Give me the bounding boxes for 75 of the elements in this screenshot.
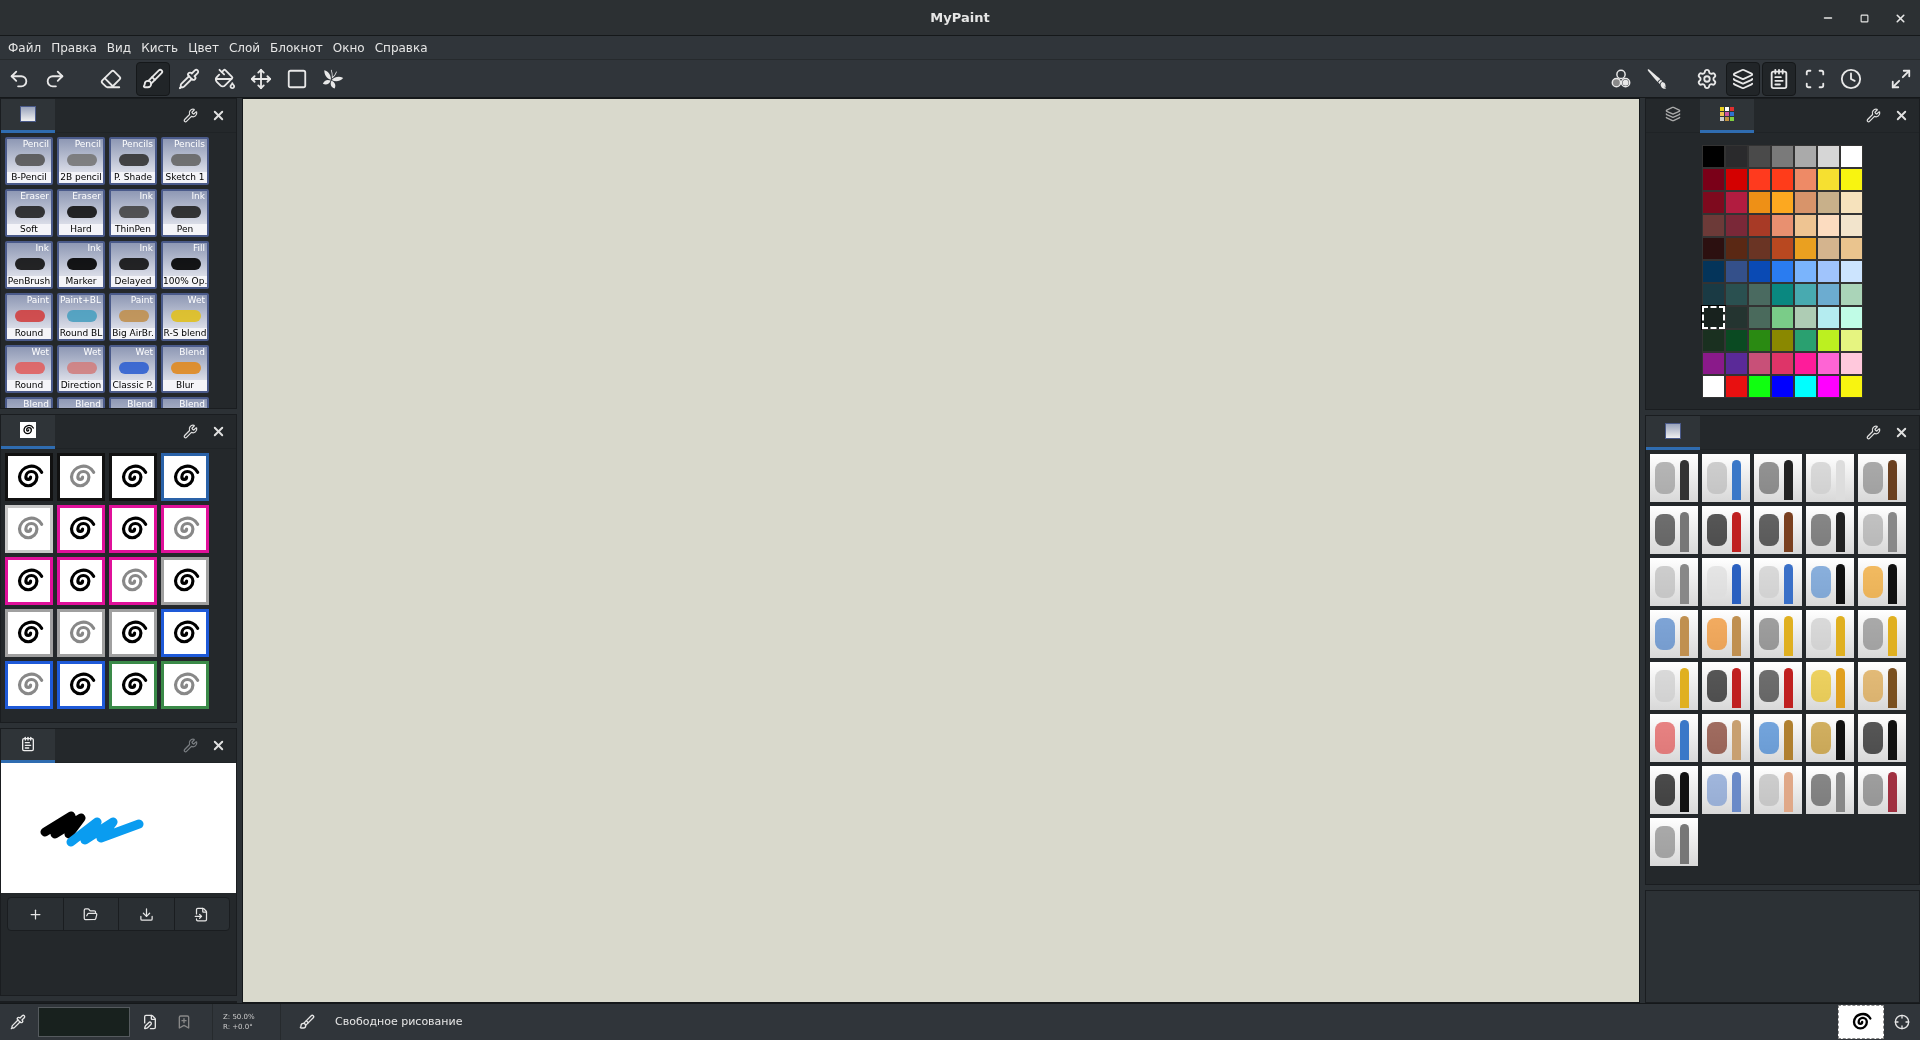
brush-tile[interactable]: Eraser Hard bbox=[57, 189, 105, 237]
brush-name: Blur bbox=[163, 380, 207, 391]
brush-tile[interactable]: Pencil 2B pencil bbox=[57, 137, 105, 185]
brush-tile[interactable]: Blend Blur bbox=[161, 345, 209, 393]
brush-tile[interactable]: Paint+BL Round BL bbox=[57, 293, 105, 341]
brush-tile[interactable]: Ink ThinPen bbox=[109, 189, 157, 237]
brush-name: 2B pencil bbox=[59, 172, 103, 183]
brush-tile[interactable]: Wet Classic P. bbox=[109, 345, 157, 393]
menu-item[interactable]: Справка bbox=[370, 38, 432, 57]
menu-item[interactable]: Правка bbox=[47, 38, 101, 57]
brush-category: Wet bbox=[83, 347, 102, 358]
brush-tile[interactable]: Ink Delayed bbox=[109, 241, 157, 289]
brush-name: Pen bbox=[163, 224, 207, 235]
menu-item[interactable]: Блокнот bbox=[266, 38, 327, 57]
brush-tile[interactable]: Wet R-S blend bbox=[161, 293, 209, 341]
brush-category: Wet bbox=[31, 347, 50, 358]
brush-name: Round BL bbox=[59, 328, 103, 339]
brush-category: Wet bbox=[187, 295, 206, 306]
brush-tile[interactable]: Pencils P. Shade bbox=[109, 137, 157, 185]
brush-name: PenBrush bbox=[7, 276, 51, 287]
brush-category: Blend bbox=[127, 399, 154, 408]
brush-name: Sketch 1 bbox=[163, 172, 207, 183]
brush-category: Paint+BL bbox=[60, 295, 102, 306]
brush-name: Direction bbox=[59, 380, 103, 391]
brush-name: Marker bbox=[59, 276, 103, 287]
brush-tile[interactable]: Wet Direction bbox=[57, 345, 105, 393]
brush-category: Eraser bbox=[20, 191, 50, 202]
brush-category: Eraser bbox=[72, 191, 102, 202]
brush-category: Paint bbox=[130, 295, 154, 306]
brush-category: Ink bbox=[87, 243, 102, 254]
menu-item[interactable]: Окно bbox=[328, 38, 369, 57]
brush-name: Round bbox=[7, 328, 51, 339]
window-title: MyPaint bbox=[930, 8, 990, 27]
brush-category: Blend bbox=[23, 399, 50, 408]
menu-item[interactable]: Цвет bbox=[184, 38, 223, 57]
brush-name: P. Shade bbox=[111, 172, 155, 183]
brush-tile[interactable]: Fill 100% Op. bbox=[161, 241, 209, 289]
brush-tile[interactable]: Ink Marker bbox=[57, 241, 105, 289]
brush-category: Blend bbox=[75, 399, 102, 408]
brush-category: Paint bbox=[26, 295, 50, 306]
brush-name: B-Pencil bbox=[7, 172, 51, 183]
brush-category: Blend bbox=[179, 347, 206, 358]
brush-name: Big AirBr. bbox=[111, 328, 155, 339]
menu-item[interactable]: Вид bbox=[102, 38, 136, 57]
menu-item[interactable]: Файл bbox=[4, 38, 46, 57]
brush-name: 100% Op. bbox=[163, 276, 207, 287]
brush-category: Ink bbox=[191, 191, 206, 202]
brush-name: Delayed bbox=[111, 276, 155, 287]
brush-name: Round bbox=[7, 380, 51, 391]
brush-name: R-S blend bbox=[163, 328, 207, 339]
brush-category: Ink bbox=[35, 243, 50, 254]
brush-tile[interactable]: Wet Round bbox=[5, 345, 53, 393]
brush-category: Pencil bbox=[22, 139, 50, 150]
brush-name: ThinPen bbox=[111, 224, 155, 235]
mode-label: Свободное рисование bbox=[335, 1013, 463, 1030]
menu-item[interactable]: Слой bbox=[224, 38, 265, 57]
brush-tile[interactable]: Ink Pen bbox=[161, 189, 209, 237]
brush-category: Pencils bbox=[122, 139, 154, 150]
brush-category: Pencil bbox=[74, 139, 102, 150]
brush-category: Blend bbox=[179, 399, 206, 408]
brush-tile[interactable]: Eraser Soft bbox=[5, 189, 53, 237]
brush-category: Ink bbox=[139, 243, 154, 254]
brush-name: Hard bbox=[59, 224, 103, 235]
brush-category: Ink bbox=[139, 191, 154, 202]
brush-category: Fill bbox=[192, 243, 206, 254]
brush-category: Wet bbox=[135, 347, 154, 358]
brush-tile[interactable]: Paint Big AirBr. bbox=[109, 293, 157, 341]
menu-item[interactable]: Кисть bbox=[137, 38, 183, 57]
brush-name: Soft bbox=[7, 224, 51, 235]
brush-tile[interactable]: Paint Round bbox=[5, 293, 53, 341]
brush-name: Classic P. bbox=[111, 380, 155, 391]
brush-tile[interactable]: Pencil B-Pencil bbox=[5, 137, 53, 185]
brush-tile[interactable]: Ink PenBrush bbox=[5, 241, 53, 289]
brush-tile[interactable]: Pencils Sketch 1 bbox=[161, 137, 209, 185]
brush-category: Pencils bbox=[174, 139, 206, 150]
